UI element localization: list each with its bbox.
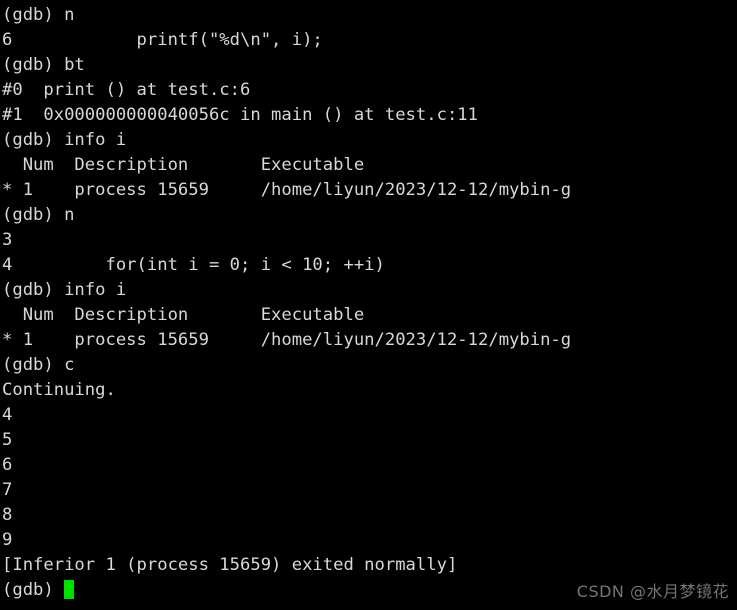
terminal-line: 6 [2, 455, 13, 475]
terminal-line: (gdb) n [2, 5, 75, 25]
terminal-line: 7 [2, 480, 13, 500]
terminal-prompt: (gdb) [2, 580, 65, 600]
terminal-output: (gdb) n 6 printf("%d\n", i); (gdb) bt #0 pr… [2, 3, 737, 578]
terminal-line: * 1 process 15659 /home/liyun/2023/12-12… [2, 180, 572, 200]
terminal-line: Num Description Executable [2, 155, 365, 175]
terminal-line: 8 [2, 505, 13, 525]
terminal-line: (gdb) info i [2, 130, 127, 150]
terminal-line: 6 printf("%d\n", i); [2, 30, 323, 50]
terminal-line: Continuing. [2, 380, 116, 400]
text-cursor [64, 580, 75, 599]
terminal-line: (gdb) info i [2, 280, 127, 300]
terminal-line: 4 [2, 405, 13, 425]
terminal-window[interactable]: (gdb) n 6 printf("%d\n", i); (gdb) bt #0 pr… [0, 0, 737, 610]
terminal-line: 9 [2, 530, 13, 550]
terminal-line: #1 0x000000000040056c in main () at test… [2, 105, 478, 125]
terminal-line: 4 for(int i = 0; i < 10; ++i) [2, 255, 385, 275]
terminal-line: Num Description Executable [2, 305, 365, 325]
terminal-line: (gdb) c [2, 355, 75, 375]
terminal-line: * 1 process 15659 /home/liyun/2023/12-12… [2, 330, 572, 350]
terminal-line: #0 print () at test.c:6 [2, 80, 251, 100]
terminal-line: (gdb) bt [2, 55, 85, 75]
terminal-line: 3 [2, 230, 13, 250]
watermark-label: CSDN @水月梦镜花 [576, 582, 729, 601]
terminal-line: [Inferior 1 (process 15659) exited norma… [2, 555, 458, 575]
terminal-line: 5 [2, 430, 13, 450]
terminal-line: (gdb) n [2, 205, 75, 225]
